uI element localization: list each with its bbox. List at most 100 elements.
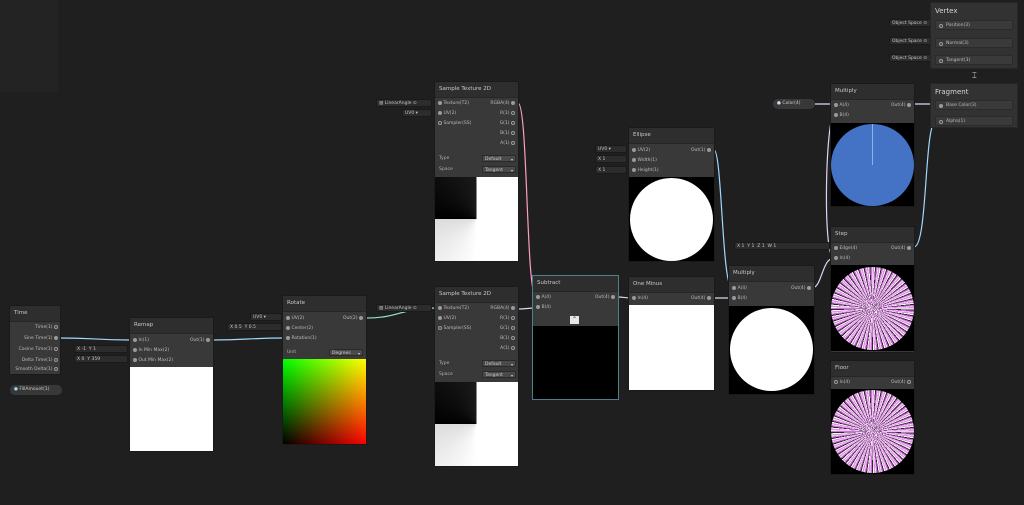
ellipse-width-value[interactable]: X 1 [595,155,627,163]
one-minus-node[interactable]: One Minus In(4) Out(4) [628,276,715,391]
multiply-top-out-port[interactable]: Out(4) [891,102,911,110]
b-output-port[interactable]: B(1) [500,130,515,138]
vertex-tangent-port[interactable]: Tangent(3) [935,55,1013,65]
rgba-output-port[interactable]: RGBA(4) [490,100,515,108]
multiply-top-b-port[interactable]: B(4) [834,112,849,120]
time-node[interactable]: Time Time(1) Sine Time(1) Cosine Time(1)… [9,305,61,375]
step-preview [831,265,914,351]
one-minus-preview [629,305,714,390]
step-out-port[interactable]: Out(4) [891,245,911,253]
space-dropdown[interactable]: Tangent [482,166,516,174]
sampler-input-port[interactable]: Sampler(SS) [438,120,471,128]
subtract-a-port[interactable]: A(4) [536,294,551,302]
ellipse-height-value[interactable]: X 1 [595,166,627,174]
remap-out-port[interactable]: Out(1) [190,337,210,345]
ellipse-out-port[interactable]: Out(1) [691,147,711,155]
type-dropdown[interactable]: Default [482,360,516,368]
space-dropdown[interactable]: Tangent [482,371,516,379]
subtract-out-port[interactable]: Out(4) [595,294,615,302]
sample-texture-bottom-node[interactable]: Sample Texture 2D Texture(T2) UV(2) Samp… [434,286,519,467]
fragment-alpha-port[interactable]: Alpha(1) [935,116,1013,126]
sample-top-texture-source[interactable]: ▧ LinearAngle ⊙ [376,99,432,107]
context-resize-handle[interactable]: ⌶ [972,71,977,81]
time-output[interactable]: Time(1) [35,324,58,332]
step-node[interactable]: Step Edge(4) In(4) Out(4) [830,226,915,353]
g-output-port[interactable]: G(1) [500,120,515,128]
node-title: Sample Texture 2D [435,287,518,303]
remap-outminmax-value[interactable]: X 0 Y 359 [74,355,128,363]
rotate-node[interactable]: Rotate UV(2) Center(2) Rotation(1) Out(2… [282,295,367,445]
multiply-mid-node[interactable]: Multiply A(4) B(4) Out(4) [728,265,815,395]
step-edge-port[interactable]: Edge(4) [834,245,857,253]
rotate-center-port[interactable]: Center(2) [286,325,313,333]
texture-input-port[interactable]: Texture(T2) [438,305,469,313]
multiply-top-node[interactable]: Multiply A(4) B(4) Out(4) [830,83,915,207]
ellipse-uv-port[interactable]: UV(2) [632,147,650,155]
uv-input-port[interactable]: UV(2) [438,110,456,118]
rotate-center-value[interactable]: X 0.5 Y 0.5 [227,323,282,331]
a-output-port[interactable]: A(1) [500,345,515,353]
rotate-rotation-port[interactable]: Rotation(1) [286,335,317,343]
rotate-out-port[interactable]: Out(2) [343,315,363,323]
uv-input-port[interactable]: UV(2) [438,315,456,323]
vertex-context[interactable]: Vertex Position(3) Normal(3) Tangent(3) [930,2,1018,69]
sample-texture-top-node[interactable]: Sample Texture 2D Texture(T2) UV(2) Samp… [434,81,519,262]
one-minus-out-port[interactable]: Out(4) [691,295,711,303]
sampler-input-port[interactable]: Sampler(SS) [438,325,471,333]
vertex-tangent-source[interactable]: Object Space ⊙ [889,54,932,62]
subtract-b-port[interactable]: B(4) [536,304,551,312]
sample-top-uv-source[interactable]: UV0 ▾ [402,109,432,117]
multiply-top-a-port[interactable]: A(4) [834,102,849,110]
smooth-delta-output[interactable]: Smooth Delta(1) [15,366,58,374]
b-output-port[interactable]: B(1) [500,335,515,343]
remap-inminmax-value[interactable]: X -1 Y 1 [74,345,128,353]
multiply-mid-out-port[interactable]: Out(4) [791,285,811,293]
subtract-node[interactable]: Subtract A(4) B(4) Out(4) ⌃ [532,275,619,400]
floor-out-port[interactable]: Out(4) [891,379,911,387]
texture-input-port[interactable]: Texture(T2) [438,100,469,108]
step-in-port[interactable]: In(4) [834,255,850,263]
vertex-normal-source[interactable]: Object Space ⊙ [889,37,932,45]
a-output-port[interactable]: A(1) [500,140,515,148]
delta-time-output[interactable]: Delta Time(1) [22,357,58,365]
vertex-position-port[interactable]: Position(3) [935,20,1013,30]
rotate-uv-port[interactable]: UV(2) [286,315,304,323]
sine-time-output[interactable]: Sine Time(1) [24,335,58,343]
vertex-normal-port[interactable]: Normal(3) [935,38,1013,48]
fragment-context[interactable]: Fragment Base Color(3) Alpha(1) [930,83,1018,128]
node-title: Time [10,306,60,322]
one-minus-in-port[interactable]: In(4) [632,295,648,303]
ellipse-width-port[interactable]: Width(1) [632,157,657,165]
step-edge-value[interactable]: X 1 Y 1 Z 1 W 1 [734,242,830,250]
type-dropdown[interactable]: Default [482,155,516,163]
rotate-uv-source[interactable]: UV0 ▾ [250,313,282,321]
g-output-port[interactable]: G(1) [500,325,515,333]
fragment-basecolor-port[interactable]: Base Color(3) [935,100,1013,110]
multiply-mid-a-port[interactable]: A(4) [732,285,747,293]
vertex-position-source[interactable]: Object Space ⊙ [889,19,932,27]
remap-node[interactable]: Remap In(1) In Min Max(2) Out Min Max(2)… [129,317,214,452]
floor-in-port[interactable]: In(4) [834,379,850,387]
chevron-up-icon[interactable]: ⌃ [570,316,579,324]
sample-bottom-preview [435,382,518,466]
ellipse-uv-source[interactable]: UV0 ▾ [595,145,627,153]
node-title: Remap [130,318,213,334]
floor-node[interactable]: Floor In(4) Out(4) [830,360,915,475]
rgba-output-port[interactable]: RGBA(4) [490,305,515,313]
r-output-port[interactable]: R(1) [500,110,515,118]
remap-in-port[interactable]: In(1) [133,337,149,345]
remap-inminmax-port[interactable]: In Min Max(2) [133,347,169,355]
multiply-mid-b-port[interactable]: B(4) [732,295,747,303]
cosine-time-output[interactable]: Cosine Time(1) [19,346,58,354]
wire-sampletop-subtract [517,102,537,298]
node-title: Rotate [283,296,366,312]
ellipse-height-port[interactable]: Height(1) [632,167,659,175]
remap-outminmax-port[interactable]: Out Min Max(2) [133,357,173,365]
unit-label: Unit [287,350,297,355]
color-property[interactable]: ● Color(4) [773,99,815,109]
fill-amount-property[interactable]: ● FillAmount(1) [10,385,62,395]
unit-dropdown[interactable]: Degrees [329,349,363,357]
sample-bottom-texture-source[interactable]: ▧ LinearAngle ⊙ [376,304,432,312]
ellipse-node[interactable]: Ellipse UV(2) Width(1) Height(1) Out(1) [628,127,715,262]
r-output-port[interactable]: R(1) [500,315,515,323]
